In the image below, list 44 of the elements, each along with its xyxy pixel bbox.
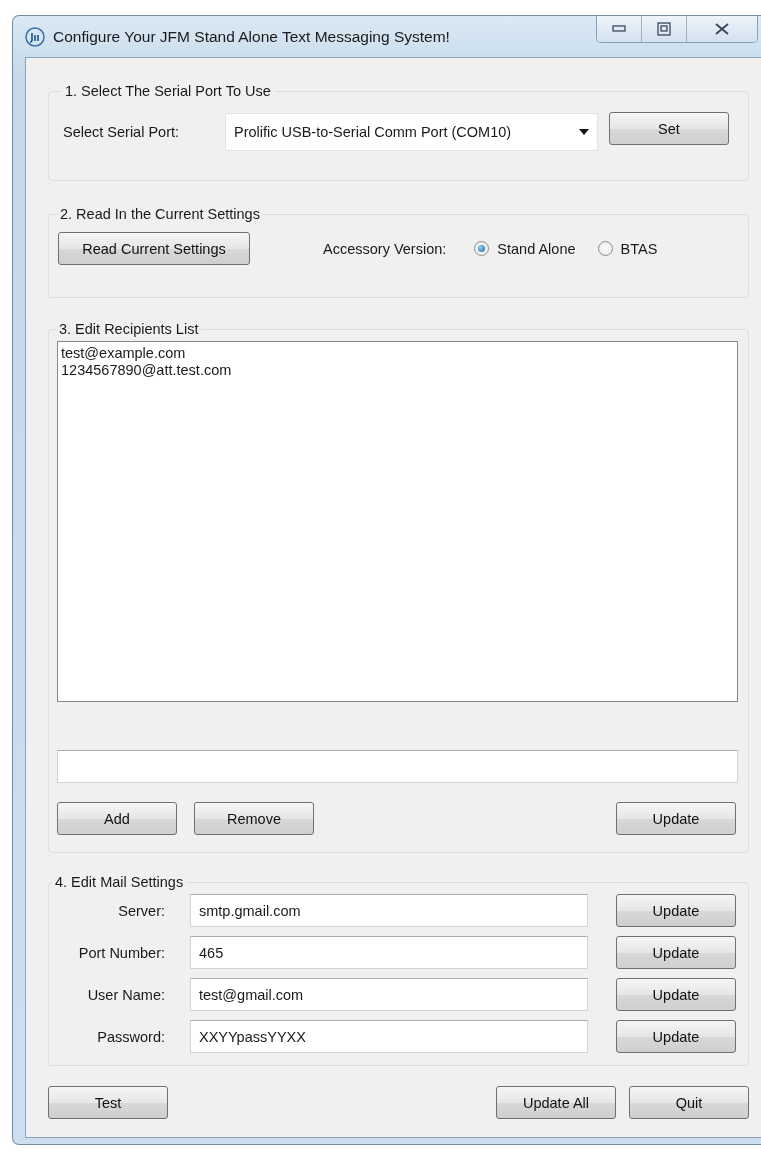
radio-button[interactable] [474,241,490,256]
input-field[interactable]: smtp.gmail.com [190,894,588,927]
list-item[interactable]: 1234567890@att.test.com [61,362,734,379]
maximize-button[interactable] [641,16,686,42]
radio-button[interactable] [597,241,613,256]
test-button[interactable]: Test [48,1086,168,1119]
list-item[interactable]: test@example.com [61,345,734,362]
restore-icon [657,22,671,36]
window-title: Configure Your JFM Stand Alone Text Messaging System! [53,27,451,46]
field-label: Password: [96,1028,165,1045]
quit-button[interactable]: Quit [629,1086,749,1119]
set-button[interactable]: Set [609,112,729,145]
update-button[interactable]: Update [616,802,736,835]
recipients-list[interactable]: test@example.com 1234567890@att.test.com [57,341,738,702]
read-settings-button[interactable]: Read Current Settings [58,232,250,265]
minimize-button[interactable] [597,16,641,42]
field-label: Accessory Version: [323,240,447,257]
field-label: Port Number: [77,944,165,961]
radio-label[interactable]: BTAS [620,240,658,257]
serial-port-dropdown[interactable]: Prolific USB-to-Serial Comm Port (COM10) [225,113,598,151]
add-button[interactable]: Add [57,802,177,835]
group-title: 4. Edit Mail Settings [54,874,185,890]
group-title: 2. Read In the Current Settings [59,206,261,222]
update-button[interactable]: Update [616,1020,736,1053]
group-title: 1. Select The Serial Port To Use [64,83,272,99]
group-title: 3. Edit Recipients List [58,321,200,337]
app-icon [25,26,45,47]
recipient-input-field[interactable] [57,750,738,783]
close-icon [715,23,729,35]
field-label: Server: [117,902,165,919]
input-field[interactable]: XXYYpassYYXX [190,1020,588,1053]
field-label: Select Serial Port: [63,124,181,140]
update-button[interactable]: Update [616,936,736,969]
update-all-button[interactable]: Update All [496,1086,616,1119]
dropdown-arrow-icon [579,129,589,135]
remove-button[interactable]: Remove [194,802,314,835]
input-field[interactable]: test@gmail.com [190,978,588,1011]
close-button[interactable] [686,16,757,42]
update-button[interactable]: Update [616,978,736,1011]
input-field[interactable]: 465 [190,936,588,969]
minimize-icon [612,25,626,33]
update-button[interactable]: Update [616,894,736,927]
field-label: User Name: [86,986,165,1003]
radio-label[interactable]: Stand Alone [497,240,576,257]
